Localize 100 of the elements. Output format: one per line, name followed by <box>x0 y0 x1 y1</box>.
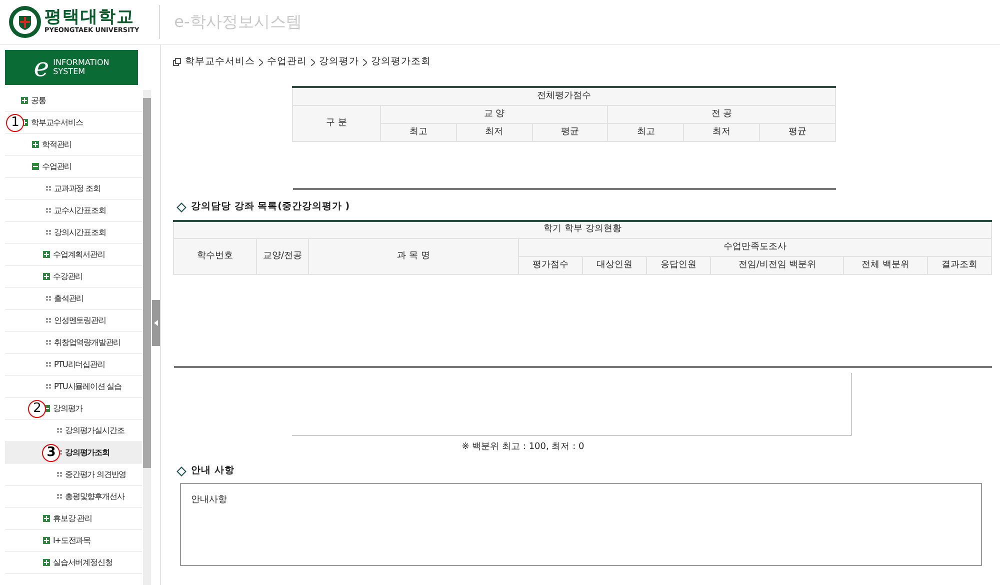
bullet-icon <box>46 384 51 389</box>
menu-label: 수업관리 <box>42 160 72 172</box>
column-header: 교 양 <box>380 105 608 124</box>
menu-item[interactable]: 강의시간표조회 <box>5 222 142 244</box>
plus-icon <box>43 515 50 522</box>
column-header: 학수번호 <box>174 238 256 274</box>
menu-label: 출석관리 <box>54 292 84 304</box>
minus-icon <box>32 163 39 170</box>
chevron-icon <box>311 58 315 66</box>
column-header: 최저 <box>456 123 532 142</box>
menu-label: I+도전과목 <box>53 534 90 546</box>
menu-item[interactable]: 휴보강 관리 <box>5 508 142 530</box>
column-header: 교양/전공 <box>256 238 308 274</box>
plus-icon <box>43 559 50 566</box>
bullet-icon <box>46 362 51 367</box>
menu-label: 취창업역량개발관리 <box>54 336 121 348</box>
column-header: 전임/비전임 백분위 <box>710 256 844 274</box>
menu-label: 강의평가 <box>53 402 83 414</box>
menu-label: 강의평가조회 <box>65 446 110 458</box>
menu-item[interactable]: 인성멘토링관리 <box>5 310 142 332</box>
menu-item[interactable]: 공통 <box>5 90 142 112</box>
callout-number: 2 <box>28 400 46 418</box>
university-name: 평택대학교 <box>44 8 136 26</box>
menu-item[interactable]: 1 학부교수서비스 <box>5 112 142 134</box>
column-header: 최고 <box>608 123 684 142</box>
collapse-handle[interactable] <box>152 300 160 346</box>
plus-icon <box>43 537 50 544</box>
menu-label: 공통 <box>31 94 46 106</box>
university-logo-icon <box>8 5 42 39</box>
column-header: 평균 <box>532 123 608 142</box>
bullet-icon <box>46 296 51 301</box>
menu-item[interactable]: PTU리더십관리 <box>5 354 142 376</box>
column-header: 과 목 명 <box>308 238 518 274</box>
note-text: ※ 백분위 최고 : 100, 최저 : 0 <box>462 442 584 452</box>
breadcrumb-item: 강의평가조회 <box>371 55 431 69</box>
menu-label: 실습서버계정신청 <box>53 556 112 568</box>
menu-label: 학적관리 <box>42 138 72 150</box>
menu-item[interactable]: 수업관리 <box>5 156 142 178</box>
plus-icon <box>43 251 50 258</box>
menu-label: 중간평가 의견반영 <box>65 468 126 480</box>
bullet-icon <box>57 494 62 499</box>
bullet-icon <box>57 472 62 477</box>
menu-label: 총평및향후개선사 <box>65 490 124 502</box>
bullet-icon <box>57 428 62 433</box>
menu-label: PTU리더십관리 <box>54 358 105 370</box>
column-header: 최고 <box>380 123 456 142</box>
column-header: 전체평가점수 <box>292 87 836 106</box>
chevron-icon <box>259 58 263 66</box>
menu-item[interactable]: 학적관리 <box>5 134 142 156</box>
chevron-icon <box>363 58 367 66</box>
menu-item[interactable]: 실습서버계정신청 <box>5 552 142 574</box>
menu-item[interactable]: 취창업역량개발관리 <box>5 332 142 354</box>
menu-item[interactable]: 총평및향후개선사 <box>5 486 142 508</box>
menu-label: 인성멘토링관리 <box>54 314 106 326</box>
column-header: 대상인원 <box>582 256 647 274</box>
column-header: 결과조회 <box>927 256 992 274</box>
menu-item[interactable]: I+도전과목 <box>5 530 142 552</box>
menu-item[interactable]: 2 강의평가 <box>5 398 142 420</box>
menu-label: 교수시간표조회 <box>54 204 106 216</box>
link-icon <box>173 58 181 66</box>
menu-label: 강의시간표조회 <box>54 226 106 238</box>
column-header: 전체 백분위 <box>844 256 928 274</box>
menu-label: 강의평가실시간조 <box>65 424 124 436</box>
menu-item[interactable]: 교수시간표조회 <box>5 200 142 222</box>
callout-number: 1 <box>6 114 24 132</box>
menu-item[interactable]: 수업계획서관리 <box>5 244 142 266</box>
notice-text: 안내사항 <box>191 495 227 506</box>
plus-icon <box>43 273 50 280</box>
column-header: 평가점수 <box>518 256 583 274</box>
column-header: 최저 <box>684 123 760 142</box>
bullet-icon <box>46 208 51 213</box>
menu-label: 휴보강 관리 <box>53 512 92 524</box>
menu-label: 수업계획서관리 <box>53 248 105 260</box>
bullet-icon <box>46 340 51 345</box>
menu-item[interactable]: PTU시뮬레이션 실습 <box>5 376 142 398</box>
menu-item[interactable]: 3 강의평가조회 <box>5 442 142 464</box>
menu-item[interactable]: 교과과정 조회 <box>5 178 142 200</box>
callout-number: 3 <box>42 444 60 462</box>
menu-item[interactable]: 중간평가 의견반영 <box>5 464 142 486</box>
section-title: 강의담당 강좌 목록(중간강의평가 ) <box>191 200 350 214</box>
scrollbar[interactable] <box>143 90 151 585</box>
breadcrumb-item[interactable]: 강의평가 <box>319 55 359 70</box>
menu-label: PTU시뮬레이션 실습 <box>54 380 122 392</box>
section-title: 안내 사항 <box>191 464 234 478</box>
menu-item[interactable]: 수강관리 <box>5 266 142 288</box>
bullet-icon <box>46 318 51 323</box>
column-header: 수업만족도조사 <box>518 238 992 256</box>
column-header: 평균 <box>760 123 836 142</box>
breadcrumb-item[interactable]: 학부교수서비스 <box>185 55 255 70</box>
column-header: 구 분 <box>292 105 380 142</box>
menu-label: 교과과정 조회 <box>54 182 100 194</box>
menu-label: 학부교수서비스 <box>31 116 83 128</box>
breadcrumb-item[interactable]: 수업관리 <box>267 55 307 70</box>
bullet-icon <box>46 186 51 191</box>
plus-icon <box>32 141 39 148</box>
bullet-icon <box>46 230 51 235</box>
column-header: 학기 학부 강의현황 <box>174 220 992 238</box>
menu-label: 수강관리 <box>53 270 83 282</box>
bullet-icon <box>57 450 62 455</box>
menu-item[interactable]: 출석관리 <box>5 288 142 310</box>
